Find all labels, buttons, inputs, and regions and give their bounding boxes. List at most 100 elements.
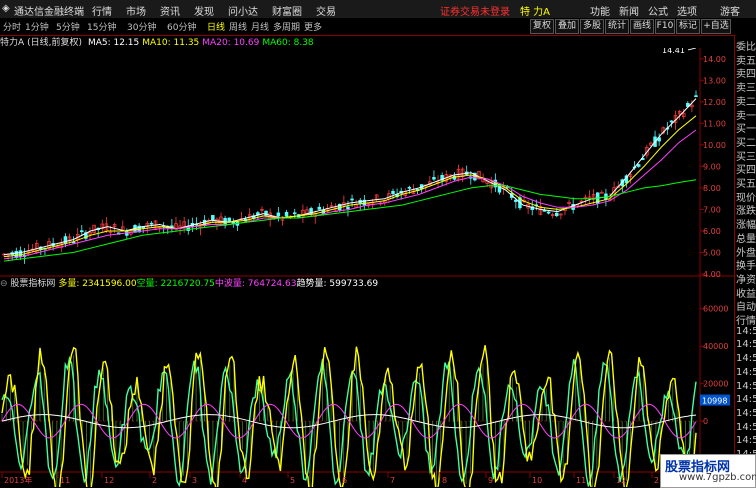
period-tab-8[interactable]: 月线	[251, 20, 269, 33]
right-links: 功能 新闻 公式 选项	[590, 3, 706, 18]
candle-body	[309, 208, 313, 215]
candle-body	[227, 217, 231, 222]
tool-button-3[interactable]: 统计	[605, 19, 629, 34]
quote-panel: 委比 卖五 卖四 卖三 卖二 卖一 买一 买二 买三 买四 买五 现价 涨跌 涨幅 总量 外盘 换手 净资 收益 自动…	[734, 35, 756, 487]
tool-button-1[interactable]: 叠加	[555, 19, 579, 34]
candles	[2, 90, 698, 264]
indicator-plot	[1, 345, 697, 487]
menu-item-6[interactable]: 交易	[316, 7, 336, 18]
right-link-0[interactable]: 功能	[590, 7, 610, 18]
x-axis-label: 2013年	[4, 475, 32, 485]
right-link-3[interactable]: 选项	[677, 7, 697, 18]
period-tab-5[interactable]: 60分钟	[167, 20, 196, 33]
x-axis-label: 12	[616, 476, 626, 485]
price-axis-label: 9.00	[703, 162, 721, 171]
period-tab-4[interactable]: 30分钟	[127, 20, 156, 33]
kline-chart[interactable]: 14.00 13.00 12.00 11.00 10.00 9.00 8.00 7.00 6.0…	[0, 48, 734, 487]
period-tab-7[interactable]: 周线	[229, 20, 247, 33]
tool-button-0[interactable]: 复权	[530, 19, 554, 34]
indicator-collapse-icon[interactable]: ⊖	[0, 279, 8, 289]
menu-item-0[interactable]: 行情	[92, 7, 112, 18]
candle-body	[694, 95, 698, 98]
duo-liang-line	[1, 345, 697, 487]
tool-button-2[interactable]: 多股	[580, 19, 604, 34]
candle-body	[63, 236, 68, 244]
login-alert[interactable]: 证券交易未登录	[440, 3, 510, 18]
period-toolbar: 分时 1分钟 5分钟 15分钟 30分钟 60分钟 日线 周线 月线 多周期 更多 复权 叠加 多股 统计画…	[0, 18, 756, 36]
quote-row-29: 14:5	[736, 435, 756, 447]
right-link-1[interactable]: 新闻	[619, 7, 639, 18]
indicator-value-3: 趋势量: 599733.69	[296, 279, 379, 289]
quote-row-22: 14:5	[736, 339, 756, 351]
indicator-info-bar: ⊖ 股票指标网 多量: 2341596.00空量: 2216720.75中波量:…	[0, 276, 700, 289]
candle-body	[669, 120, 674, 123]
menu-item-2[interactable]: 资讯	[160, 7, 180, 18]
ma-value-0: MA5: 12.15	[87, 38, 140, 48]
price-axis-label: 13.00	[703, 76, 726, 85]
ma-line-ma60	[3, 179, 697, 262]
menu-item-5[interactable]: 财富圈	[272, 7, 302, 18]
quote-row-21: 14:5	[736, 325, 756, 337]
period-tab-0[interactable]: 分时	[3, 20, 21, 33]
ma-list: MA5: 12.15 MA10: 11.35 MA20: 10.69 MA60: 8.…	[88, 38, 317, 48]
period-tab-2[interactable]: 5分钟	[56, 20, 80, 33]
user-label[interactable]: 游客	[720, 3, 740, 18]
ind-axis-label: 60000	[703, 305, 728, 314]
candle-body	[317, 206, 322, 210]
price-axis-label: 6.00	[703, 227, 721, 236]
x-axis-label: 5	[290, 476, 295, 485]
candle-body	[407, 186, 412, 189]
candle-body	[80, 230, 84, 233]
indicator-value-0: 多量: 2341596.00	[58, 279, 137, 289]
price-axis-label: 14.00	[703, 55, 726, 64]
price-axis-label: 5.00	[703, 248, 721, 257]
right-link-2[interactable]: 公式	[648, 7, 668, 18]
candle-body	[432, 177, 436, 180]
watermark-logo: 股票指标网 www.7gpzb.com	[660, 454, 756, 488]
quote-row-26: 14:5	[736, 394, 756, 406]
tool-button-5[interactable]: F10	[655, 19, 675, 34]
period-tab-3[interactable]: 15分钟	[87, 20, 116, 33]
period-tab-10[interactable]: 更多	[304, 20, 322, 33]
x-axis-label: 3	[192, 476, 197, 485]
ma-info-bar: 特力A (日线,前复权) MA5: 12.15 MA10: 11.35 MA20: 1…	[0, 35, 700, 48]
candle-body	[149, 222, 154, 225]
tool-button-4[interactable]: 画线	[630, 19, 654, 34]
tool-button-6[interactable]: 标记	[676, 19, 700, 34]
period-tab-9[interactable]: 多周期	[273, 20, 300, 33]
candle-body	[555, 212, 559, 217]
title-bar: ◈ 通达信金融终端 行情 市场 资讯 发现 问小达 财富圈 交易 证券交易未登录 特 力A …	[0, 0, 756, 19]
current-ind-value: 10998	[702, 397, 727, 406]
ma-value-2: MA20: 10.69	[202, 38, 260, 48]
menu-item-1[interactable]: 市场	[126, 7, 146, 18]
candle-body	[346, 206, 350, 210]
stock-name-label: 特力A	[0, 38, 25, 48]
watermark-line2: www.7gpzb.com	[679, 472, 756, 483]
indicator-value-1: 空量: 2216720.75	[136, 279, 215, 289]
tool-button-7[interactable]: +自选	[701, 19, 731, 34]
x-axis-label: 7	[390, 476, 395, 485]
period-tab-1[interactable]: 1分钟	[25, 20, 49, 33]
period-label: (日线,前复权)	[27, 38, 83, 48]
ma-value-1: MA10: 11.35	[142, 38, 200, 48]
price-axis-label: 4.00	[703, 270, 721, 279]
x-axis-label: 10	[532, 476, 542, 485]
main-menu: 行情 市场 资讯 发现 问小达 财富圈 交易	[92, 3, 350, 18]
menu-item-4[interactable]: 问小达	[228, 7, 258, 18]
ind-axis-label: 0	[703, 417, 708, 426]
quote-row-28: 14:5	[736, 421, 756, 433]
x-axis-label: 2	[654, 476, 659, 485]
x-axis-label: 2	[152, 476, 157, 485]
max-price-arrow	[687, 48, 697, 51]
candle-body	[391, 190, 395, 195]
period-tab-6[interactable]: 日线	[207, 20, 225, 33]
x-axis-label: 11	[60, 476, 70, 485]
candle-body	[292, 212, 297, 215]
candle-body	[18, 250, 23, 257]
indicator-name[interactable]: 股票指标网	[10, 279, 55, 289]
quote-row-27: 14:5	[736, 407, 756, 419]
candle-body	[211, 215, 215, 221]
indicator-values: 多量: 2341596.00空量: 2216720.75中波量: 764724.…	[58, 279, 378, 289]
menu-item-3[interactable]: 发现	[194, 7, 214, 18]
price-axis-label: 10.00	[703, 141, 726, 150]
